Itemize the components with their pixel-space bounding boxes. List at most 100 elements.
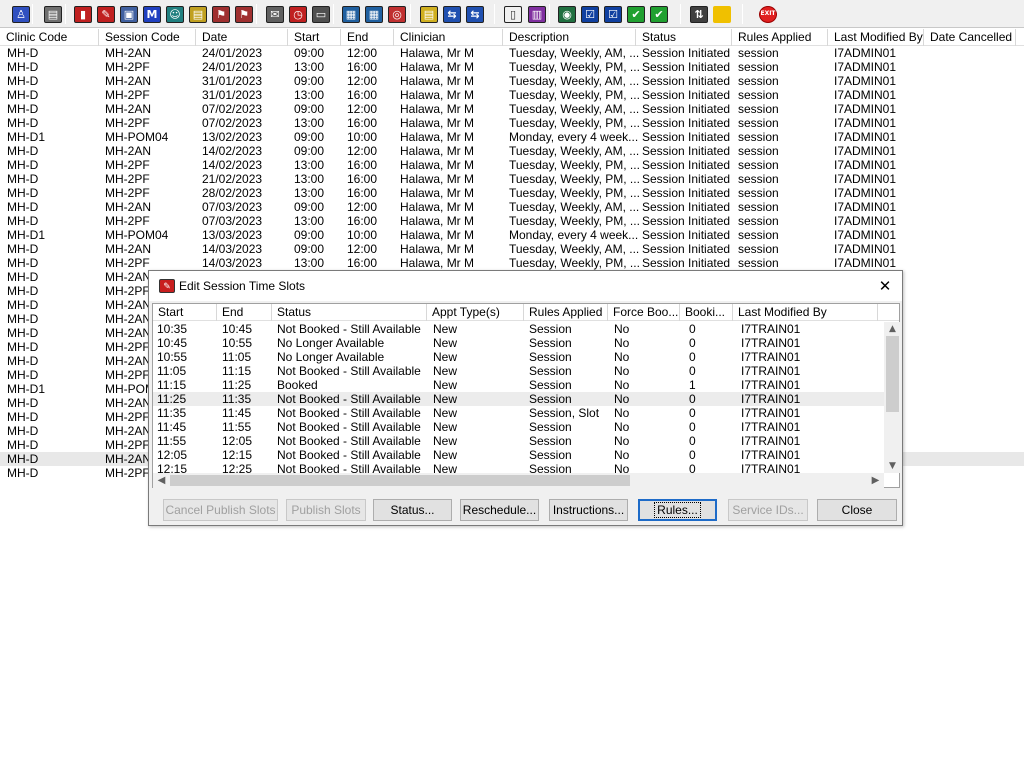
- globe-toolbar-button[interactable]: ◉: [556, 3, 578, 25]
- window-toolbar-button[interactable]: ▭: [310, 3, 332, 25]
- check-green-toolbar-button[interactable]: ✔: [648, 3, 670, 25]
- table-row[interactable]: MH-D MH-2PF 07/03/2023 13:00 16:00 Halawa, Mr…: [0, 214, 1024, 228]
- swap-toolbar-button[interactable]: ⇅: [688, 3, 710, 25]
- flag-toolbar-button[interactable]: ⚑: [210, 3, 232, 25]
- book-toolbar-button[interactable]: ▮: [72, 3, 94, 25]
- column-header-last-modified-by[interactable]: Last Modified By: [828, 29, 924, 46]
- rules-button[interactable]: Rules...: [638, 499, 717, 521]
- table-cell: 10:00: [347, 228, 378, 242]
- blank-document-toolbar-button[interactable]: ▯: [502, 3, 524, 25]
- slot-column-header-booki[interactable]: Booki...: [680, 304, 733, 321]
- horizontal-scrollbar[interactable]: ◀ ▶: [153, 473, 884, 488]
- slot-column-header-appt-type-s[interactable]: Appt Type(s): [427, 304, 524, 321]
- table-cell: MH-D: [7, 116, 39, 130]
- slot-column-header-last-modified-by[interactable]: Last Modified By: [733, 304, 878, 321]
- vertical-scrollbar[interactable]: ▲ ▼: [884, 322, 901, 473]
- table-cell: MH-2AN: [105, 298, 152, 312]
- slot-column-header-force-boo[interactable]: Force Boo...: [608, 304, 680, 321]
- edit-toolbar-button[interactable]: ✎: [95, 3, 117, 25]
- id-card-toolbar-button[interactable]: ▦: [363, 3, 385, 25]
- disc-toolbar-button[interactable]: ◎: [386, 3, 408, 25]
- exit-toolbar-button[interactable]: EXIT: [757, 3, 779, 25]
- table-cell: Halawa, Mr M: [400, 130, 475, 144]
- slot-row[interactable]: 11:05 11:15 Not Booked - Still Available Ne…: [153, 364, 884, 378]
- table-row[interactable]: MH-D1 MH-POM04 13/02/2023 09:00 10:00 Halawa,…: [0, 130, 1024, 144]
- table-row[interactable]: MH-D MH-2PF 14/02/2023 13:00 16:00 Halawa, Mr…: [0, 158, 1024, 172]
- close-button[interactable]: Close: [817, 499, 897, 521]
- vertical-scroll-thumb[interactable]: [886, 336, 899, 412]
- table-row[interactable]: MH-D MH-2AN 14/02/2023 09:00 12:00 Halawa, Mr…: [0, 144, 1024, 158]
- column-header-date[interactable]: Date: [196, 29, 288, 46]
- notepad-toolbar-button[interactable]: ▤: [418, 3, 440, 25]
- reschedule-button[interactable]: Reschedule...: [460, 499, 539, 521]
- user-transfer-toolbar-button[interactable]: ⇆: [464, 3, 486, 25]
- status-button[interactable]: Status...: [373, 499, 452, 521]
- list-check-toolbar-button[interactable]: ☑: [602, 3, 624, 25]
- slot-column-header-end[interactable]: End: [217, 304, 272, 321]
- column-header-rules-applied[interactable]: Rules Applied: [732, 29, 828, 46]
- scroll-up-icon[interactable]: ▲: [884, 322, 901, 336]
- slot-row[interactable]: 10:45 10:55 No Longer Available New Session N…: [153, 336, 884, 350]
- check-green-toolbar-button[interactable]: ✔: [625, 3, 647, 25]
- screen-toolbar-button[interactable]: ▣: [118, 3, 140, 25]
- slot-row[interactable]: 11:45 11:55 Not Booked - Still Available Ne…: [153, 420, 884, 434]
- table-row[interactable]: MH-D MH-2PF 28/02/2023 13:00 16:00 Halawa, Mr…: [0, 186, 1024, 200]
- slot-row[interactable]: 10:35 10:45 Not Booked - Still Available Ne…: [153, 322, 884, 336]
- arrow-document-toolbar-button[interactable]: ✉: [264, 3, 286, 25]
- dialog-title-bar[interactable]: ✎ Edit Session Time Slots ✕: [149, 271, 902, 301]
- close-icon[interactable]: ✕: [874, 275, 896, 297]
- publish-slots-button: Publish Slots: [286, 499, 366, 521]
- table-row[interactable]: MH-D MH-2PF 24/01/2023 13:00 16:00 Halawa, Mr…: [0, 60, 1024, 74]
- table-row[interactable]: MH-D MH-2AN 24/01/2023 09:00 12:00 Halawa, Mr…: [0, 46, 1024, 60]
- slot-cell: 0: [689, 350, 696, 364]
- table-row[interactable]: MH-D MH-2PF 07/02/2023 13:00 16:00 Halawa, Mr…: [0, 116, 1024, 130]
- scroll-down-icon[interactable]: ▼: [884, 459, 901, 473]
- column-header-end[interactable]: End: [341, 29, 394, 46]
- bar-chart-toolbar-button[interactable]: ▥: [526, 3, 548, 25]
- column-header-status[interactable]: Status: [636, 29, 732, 46]
- slot-row[interactable]: 12:15 12:25 Not Booked - Still Available Ne…: [153, 462, 884, 473]
- disc-icon: ◎: [388, 5, 406, 23]
- letter-m-toolbar-button[interactable]: M: [141, 3, 163, 25]
- flag-toolbar-button[interactable]: ⚑: [233, 3, 255, 25]
- transfer-toolbar-button[interactable]: ⇆: [441, 3, 463, 25]
- instructions-button[interactable]: Instructions...: [549, 499, 628, 521]
- slot-column-header-status[interactable]: Status: [272, 304, 427, 321]
- slot-row[interactable]: 12:05 12:15 Not Booked - Still Available Ne…: [153, 448, 884, 462]
- table-row[interactable]: MH-D MH-2AN 31/01/2023 09:00 12:00 Halawa, Mr…: [0, 74, 1024, 88]
- column-header-clinic-code[interactable]: Clinic Code: [0, 29, 99, 46]
- slot-cell: 0: [689, 448, 696, 462]
- table-row[interactable]: MH-D MH-2PF 21/02/2023 13:00 16:00 Halawa, Mr…: [0, 172, 1024, 186]
- table-row[interactable]: MH-D MH-2AN 07/02/2023 09:00 12:00 Halawa, Mr…: [0, 102, 1024, 116]
- column-header-clinician[interactable]: Clinician: [394, 29, 503, 46]
- column-header-session-code[interactable]: Session Code: [99, 29, 196, 46]
- table-row[interactable]: MH-D MH-2AN 14/03/2023 09:00 12:00 Halawa, Mr…: [0, 242, 1024, 256]
- slot-row[interactable]: 10:55 11:05 No Longer Available New Session N…: [153, 350, 884, 364]
- warning-toolbar-button[interactable]: ▲: [711, 3, 733, 25]
- horizontal-scroll-thumb[interactable]: [170, 475, 630, 486]
- person-toolbar-button[interactable]: ♙: [10, 3, 32, 25]
- user-toolbar-button[interactable]: ☺: [164, 3, 186, 25]
- table-row[interactable]: MH-D MH-2PF 31/01/2023 13:00 16:00 Halawa, Mr…: [0, 88, 1024, 102]
- column-header-date-cancelled[interactable]: Date Cancelled: [924, 29, 1016, 46]
- table-cell: MH-2PF: [105, 466, 150, 480]
- column-header-start[interactable]: Start: [288, 29, 341, 46]
- slot-row[interactable]: 11:25 11:35 Not Booked - Still Available Ne…: [153, 392, 884, 406]
- table-row[interactable]: MH-D1 MH-POM04 13/03/2023 09:00 10:00 Halawa,…: [0, 228, 1024, 242]
- slot-row[interactable]: 11:55 12:05 Not Booked - Still Available Ne…: [153, 434, 884, 448]
- slot-row[interactable]: 11:15 11:25 Booked New Session No 1 I7TRAIN01: [153, 378, 884, 392]
- scroll-right-icon[interactable]: ▶: [867, 473, 884, 488]
- list-check-toolbar-button[interactable]: ☑: [579, 3, 601, 25]
- column-header-description[interactable]: Description: [503, 29, 636, 46]
- print-toolbar-button[interactable]: ▤: [42, 3, 64, 25]
- scroll-left-icon[interactable]: ◀: [153, 473, 170, 488]
- slot-column-header-rules-applied[interactable]: Rules Applied: [524, 304, 608, 321]
- slot-column-header-start[interactable]: Start: [153, 304, 217, 321]
- clock-toolbar-button[interactable]: ◷: [287, 3, 309, 25]
- table-row[interactable]: MH-D MH-2PF 14/03/2023 13:00 16:00 Halawa, Mr…: [0, 256, 1024, 270]
- slot-row[interactable]: 11:35 11:45 Not Booked - Still Available Ne…: [153, 406, 884, 420]
- notebook-toolbar-button[interactable]: ▤: [187, 3, 209, 25]
- table-row[interactable]: MH-D MH-2AN 07/03/2023 09:00 12:00 Halawa, Mr…: [0, 200, 1024, 214]
- id-card-toolbar-button[interactable]: ▦: [340, 3, 362, 25]
- slot-cell: I7TRAIN01: [741, 434, 801, 448]
